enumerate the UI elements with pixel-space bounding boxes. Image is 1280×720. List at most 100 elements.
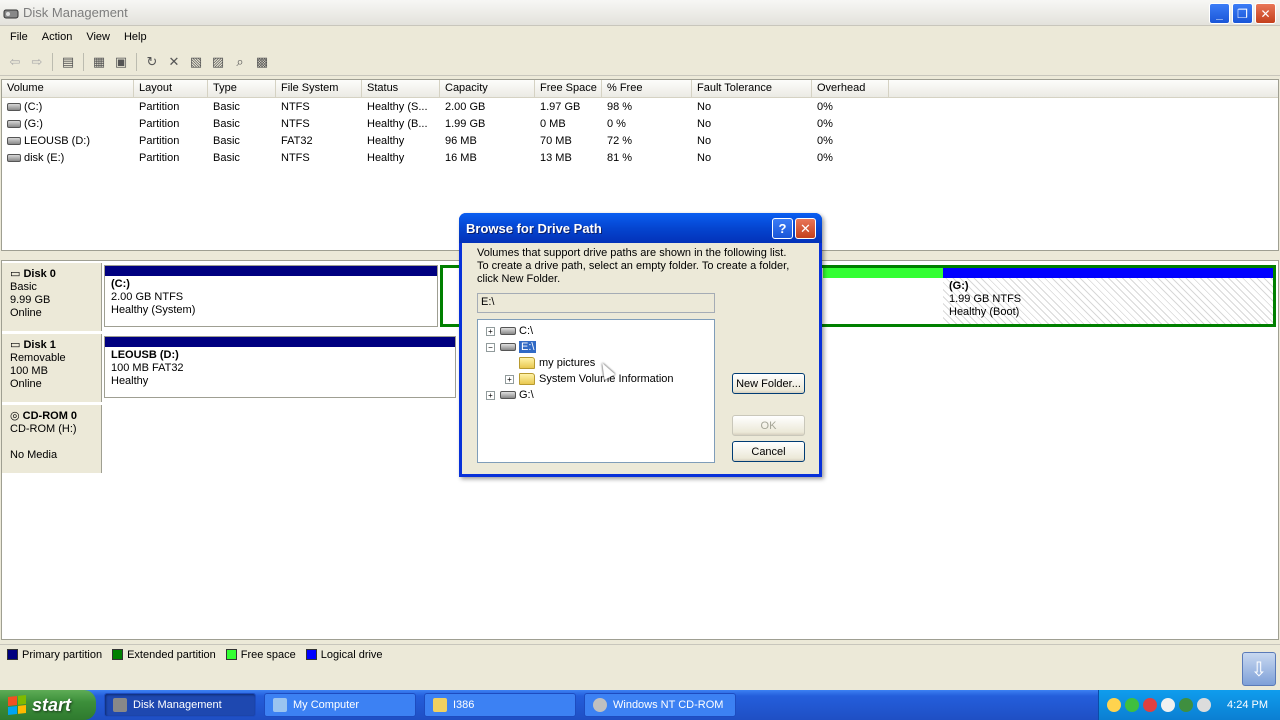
minimize-button[interactable]: _: [1209, 3, 1230, 24]
tree-node-my-pictures[interactable]: my pictures: [478, 355, 714, 371]
partition-d[interactable]: LEOUSB (D:) 100 MB FAT32 Healthy: [104, 336, 456, 398]
cell-fault-tolerance: No: [692, 152, 812, 164]
cell-percent-free: 98 %: [602, 101, 692, 113]
disk-size: 100 MB: [10, 365, 48, 377]
cell-text: disk (E:): [24, 151, 65, 164]
col-file-system[interactable]: File System: [276, 80, 362, 97]
disk-1-label[interactable]: ▭ Disk 1 Removable 100 MB Online: [2, 334, 102, 402]
disk-size: [10, 436, 93, 449]
help-topics-icon[interactable]: ▣: [110, 51, 132, 73]
col-status[interactable]: Status: [362, 80, 440, 97]
tray-volume-icon[interactable]: [1161, 698, 1175, 712]
cell-text: 16 MB: [445, 151, 477, 164]
col-layout[interactable]: Layout: [134, 80, 208, 97]
scroll-down-arrow-icon[interactable]: ⇩: [1242, 652, 1276, 686]
open-icon[interactable]: ▨: [207, 51, 229, 73]
legend-free: Free space: [225, 649, 296, 661]
dialog-close-icon[interactable]: ✕: [795, 218, 816, 239]
task-disk-management[interactable]: Disk Management: [104, 693, 256, 717]
table-row[interactable]: LEOUSB (D:) Partition Basic FAT32 Healthy 96 …: [2, 132, 1278, 149]
menu-file[interactable]: File: [3, 29, 35, 45]
collapse-minus-icon[interactable]: −: [486, 342, 495, 352]
cancel-button[interactable]: Cancel: [732, 441, 805, 462]
disk-type: Removable: [10, 352, 66, 364]
expand-plus-icon[interactable]: +: [486, 390, 495, 400]
partition-status: Healthy: [111, 375, 149, 387]
cdrom-0-label[interactable]: ◎ CD-ROM 0 CD-ROM (H:) No Media: [2, 405, 102, 473]
cell-text: Healthy: [367, 134, 405, 147]
partition-g[interactable]: (G:) 1.99 GB NTFS Healthy (Boot): [943, 278, 1273, 324]
back-arrow-icon[interactable]: ⇦: [4, 51, 26, 73]
delete-icon[interactable]: ✕: [163, 51, 185, 73]
task-my-computer[interactable]: My Computer: [264, 693, 416, 717]
menu-help[interactable]: Help: [117, 29, 154, 45]
toolbar-separator: [136, 52, 137, 71]
properties-icon[interactable]: ▦: [88, 51, 110, 73]
cell-fault-tolerance: No: [692, 101, 812, 113]
partition-c[interactable]: (C:) 2.00 GB NTFS Healthy (System): [104, 265, 438, 327]
tray-security-icon[interactable]: [1143, 698, 1157, 712]
cell-overhead: 0%: [812, 101, 889, 113]
cell-overhead: 0%: [812, 152, 889, 164]
cell-free-space: 1.97 GB: [535, 101, 602, 113]
new-folder-button[interactable]: New Folder...: [732, 373, 805, 394]
col-percent-free[interactable]: % Free: [602, 80, 692, 97]
window-title: Disk Management: [23, 5, 128, 20]
clock[interactable]: 4:24 PM: [1227, 699, 1268, 711]
tray-display-icon[interactable]: [1197, 698, 1211, 712]
table-row[interactable]: disk (E:) Partition Basic NTFS Healthy 16 MB 1…: [2, 149, 1278, 166]
properties-sheet-icon[interactable]: ▧: [185, 51, 207, 73]
start-button[interactable]: start: [0, 690, 96, 720]
col-overhead[interactable]: Overhead: [812, 80, 889, 97]
table-row[interactable]: (C:) Partition Basic NTFS Healthy (S... 2.00 …: [2, 98, 1278, 115]
expand-plus-icon[interactable]: +: [486, 326, 495, 336]
tray-network-icon[interactable]: [1107, 698, 1121, 712]
format-icon[interactable]: ▩: [251, 51, 273, 73]
tree-node-system-volume-information[interactable]: + System Volume Information: [478, 371, 714, 387]
cell-layout: Partition: [134, 152, 208, 164]
restore-button[interactable]: ❐: [1232, 3, 1253, 24]
disk-name: CD-ROM 0: [22, 410, 78, 422]
task-windows-nt-cd-rom[interactable]: Windows NT CD-ROM: [584, 693, 736, 717]
cell-capacity: 1.99 GB: [440, 118, 535, 130]
toolbar-separator: [52, 52, 53, 71]
col-free-space[interactable]: Free Space: [535, 80, 602, 97]
col-capacity[interactable]: Capacity: [440, 80, 535, 97]
close-button[interactable]: ✕: [1255, 3, 1276, 24]
dialog-help-icon[interactable]: ?: [772, 218, 793, 239]
task-i386[interactable]: I386: [424, 693, 576, 717]
legend-swatch: [112, 649, 124, 660]
col-fault-tolerance[interactable]: Fault Tolerance: [692, 80, 812, 97]
tree-node-c[interactable]: + C:\: [478, 323, 714, 339]
tray-safely-remove-icon[interactable]: [1125, 698, 1139, 712]
tray-update-icon[interactable]: [1179, 698, 1193, 712]
col-type[interactable]: Type: [208, 80, 276, 97]
col-volume[interactable]: Volume: [2, 80, 134, 97]
refresh-icon[interactable]: ↻: [141, 51, 163, 73]
cell-capacity: 96 MB: [440, 135, 535, 147]
disk-type: CD-ROM (H:): [10, 423, 77, 435]
cell-text: 13 MB: [540, 151, 572, 164]
hard-drive-icon: [500, 391, 516, 399]
cell-text: Basic: [213, 134, 240, 147]
table-row[interactable]: (G:) Partition Basic NTFS Healthy (B... 1.99 …: [2, 115, 1278, 132]
disk-state: No Media: [10, 449, 58, 461]
disk-0-label[interactable]: ▭ Disk 0 Basic 9.99 GB Online: [2, 263, 102, 331]
title-bar: Disk Management _ ❐ ✕: [0, 0, 1280, 26]
show-hide-tree-icon[interactable]: ▤: [57, 51, 79, 73]
partition-color-bar: [105, 337, 455, 347]
drive-path-field[interactable]: E:\: [477, 293, 715, 313]
cell-free-space: 0 MB: [535, 118, 602, 130]
dialog-title: Browse for Drive Path: [466, 220, 602, 236]
folder-tree[interactable]: + C:\ − E:\ my pictures + System Volume …: [477, 319, 715, 463]
explore-icon[interactable]: ⌕: [229, 51, 251, 73]
menu-view[interactable]: View: [79, 29, 117, 45]
partition-name: LEOUSB (D:): [111, 349, 179, 361]
ok-button[interactable]: OK: [732, 415, 805, 436]
expand-plus-icon[interactable]: +: [505, 374, 514, 384]
forward-arrow-icon[interactable]: ⇨: [26, 51, 48, 73]
menu-action[interactable]: Action: [35, 29, 80, 45]
tree-node-e[interactable]: − E:\: [478, 339, 714, 355]
cell-file-system: FAT32: [276, 135, 362, 147]
tree-node-g[interactable]: + G:\: [478, 387, 714, 403]
